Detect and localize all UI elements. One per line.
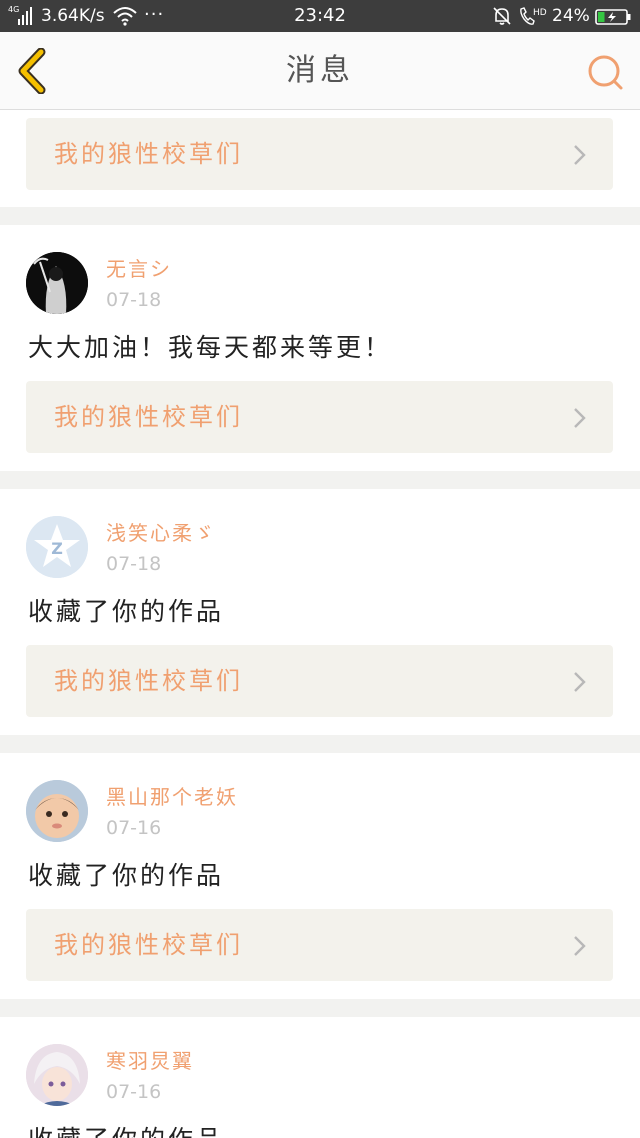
message-date: 07-18: [106, 289, 162, 311]
chevron-right-icon: [574, 145, 586, 165]
story-link-row[interactable]: 我的狼性校草们: [26, 118, 613, 190]
message-text: 收藏了你的作品: [28, 861, 225, 890]
chevron-right-icon: [574, 672, 586, 692]
avatar[interactable]: Z: [26, 516, 88, 578]
message-text: 收藏了你的作品: [28, 597, 225, 626]
message-item: Z 浅笑心柔ゞ 07-18 收藏了你的作品 我的狼性校草们: [0, 489, 640, 735]
message-date: 07-16: [106, 1081, 162, 1103]
anime-avatar-image: [26, 1044, 88, 1106]
status-bar: 4G 3.64K/s ··· 23:42 HD 24%: [0, 0, 640, 32]
story-title: 我的狼性校草们: [54, 140, 243, 168]
story-title: 我的狼性校草们: [54, 403, 243, 431]
chevron-right-icon: [574, 408, 586, 428]
message-item: 黑山那个老妖 07-16 收藏了你的作品 我的狼性校草们: [0, 753, 640, 999]
page-title: 消息: [286, 53, 354, 88]
story-link-row[interactable]: 我的狼性校草们: [26, 645, 613, 717]
message-item: 我的狼性校草们: [0, 110, 640, 207]
story-title: 我的狼性校草们: [54, 667, 243, 695]
battery-percent: 24%: [552, 6, 590, 26]
message-text: 收藏了你的作品: [28, 1123, 224, 1138]
svg-text:Z: Z: [51, 539, 63, 558]
story-link-row[interactable]: 我的狼性校草们: [26, 381, 613, 453]
username[interactable]: 无言シ: [106, 255, 172, 283]
message-text: 大大加油！我每天都来等更！: [28, 333, 393, 362]
battery-icon: [595, 9, 631, 25]
chevron-right-icon: [574, 936, 586, 956]
username[interactable]: 浅笑心柔ゞ: [106, 519, 216, 547]
search-icon: [588, 55, 623, 90]
baby-avatar-image: [26, 780, 88, 842]
message-item: 寒羽炅翼 07-16 收藏了你的作品: [0, 1017, 640, 1138]
message-list: 我的狼性校草们 无言シ 07-18 大大加油！我每天都来等更！ 我的狼性校草们: [0, 110, 640, 1138]
story-title: 我的狼性校草们: [54, 931, 243, 959]
svg-text:HD: HD: [533, 8, 547, 18]
avatar[interactable]: [26, 780, 88, 842]
message-date: 07-16: [106, 817, 162, 839]
username[interactable]: 寒羽炅翼: [106, 1047, 194, 1075]
hd-call-icon: HD: [520, 7, 547, 25]
message-item: 无言シ 07-18 大大加油！我每天都来等更！ 我的狼性校草们: [0, 225, 640, 471]
avatar[interactable]: [26, 252, 88, 314]
avatar[interactable]: [26, 1044, 88, 1106]
default-avatar-image: Z: [26, 516, 88, 578]
header-bar: 消息: [0, 32, 640, 110]
story-link-row[interactable]: 我的狼性校草们: [26, 909, 613, 981]
search-button[interactable]: [584, 52, 626, 94]
bell-mute-icon: [493, 7, 511, 25]
username[interactable]: 黑山那个老妖: [106, 783, 238, 811]
message-date: 07-18: [106, 553, 162, 575]
reaper-avatar-image: [26, 252, 88, 314]
